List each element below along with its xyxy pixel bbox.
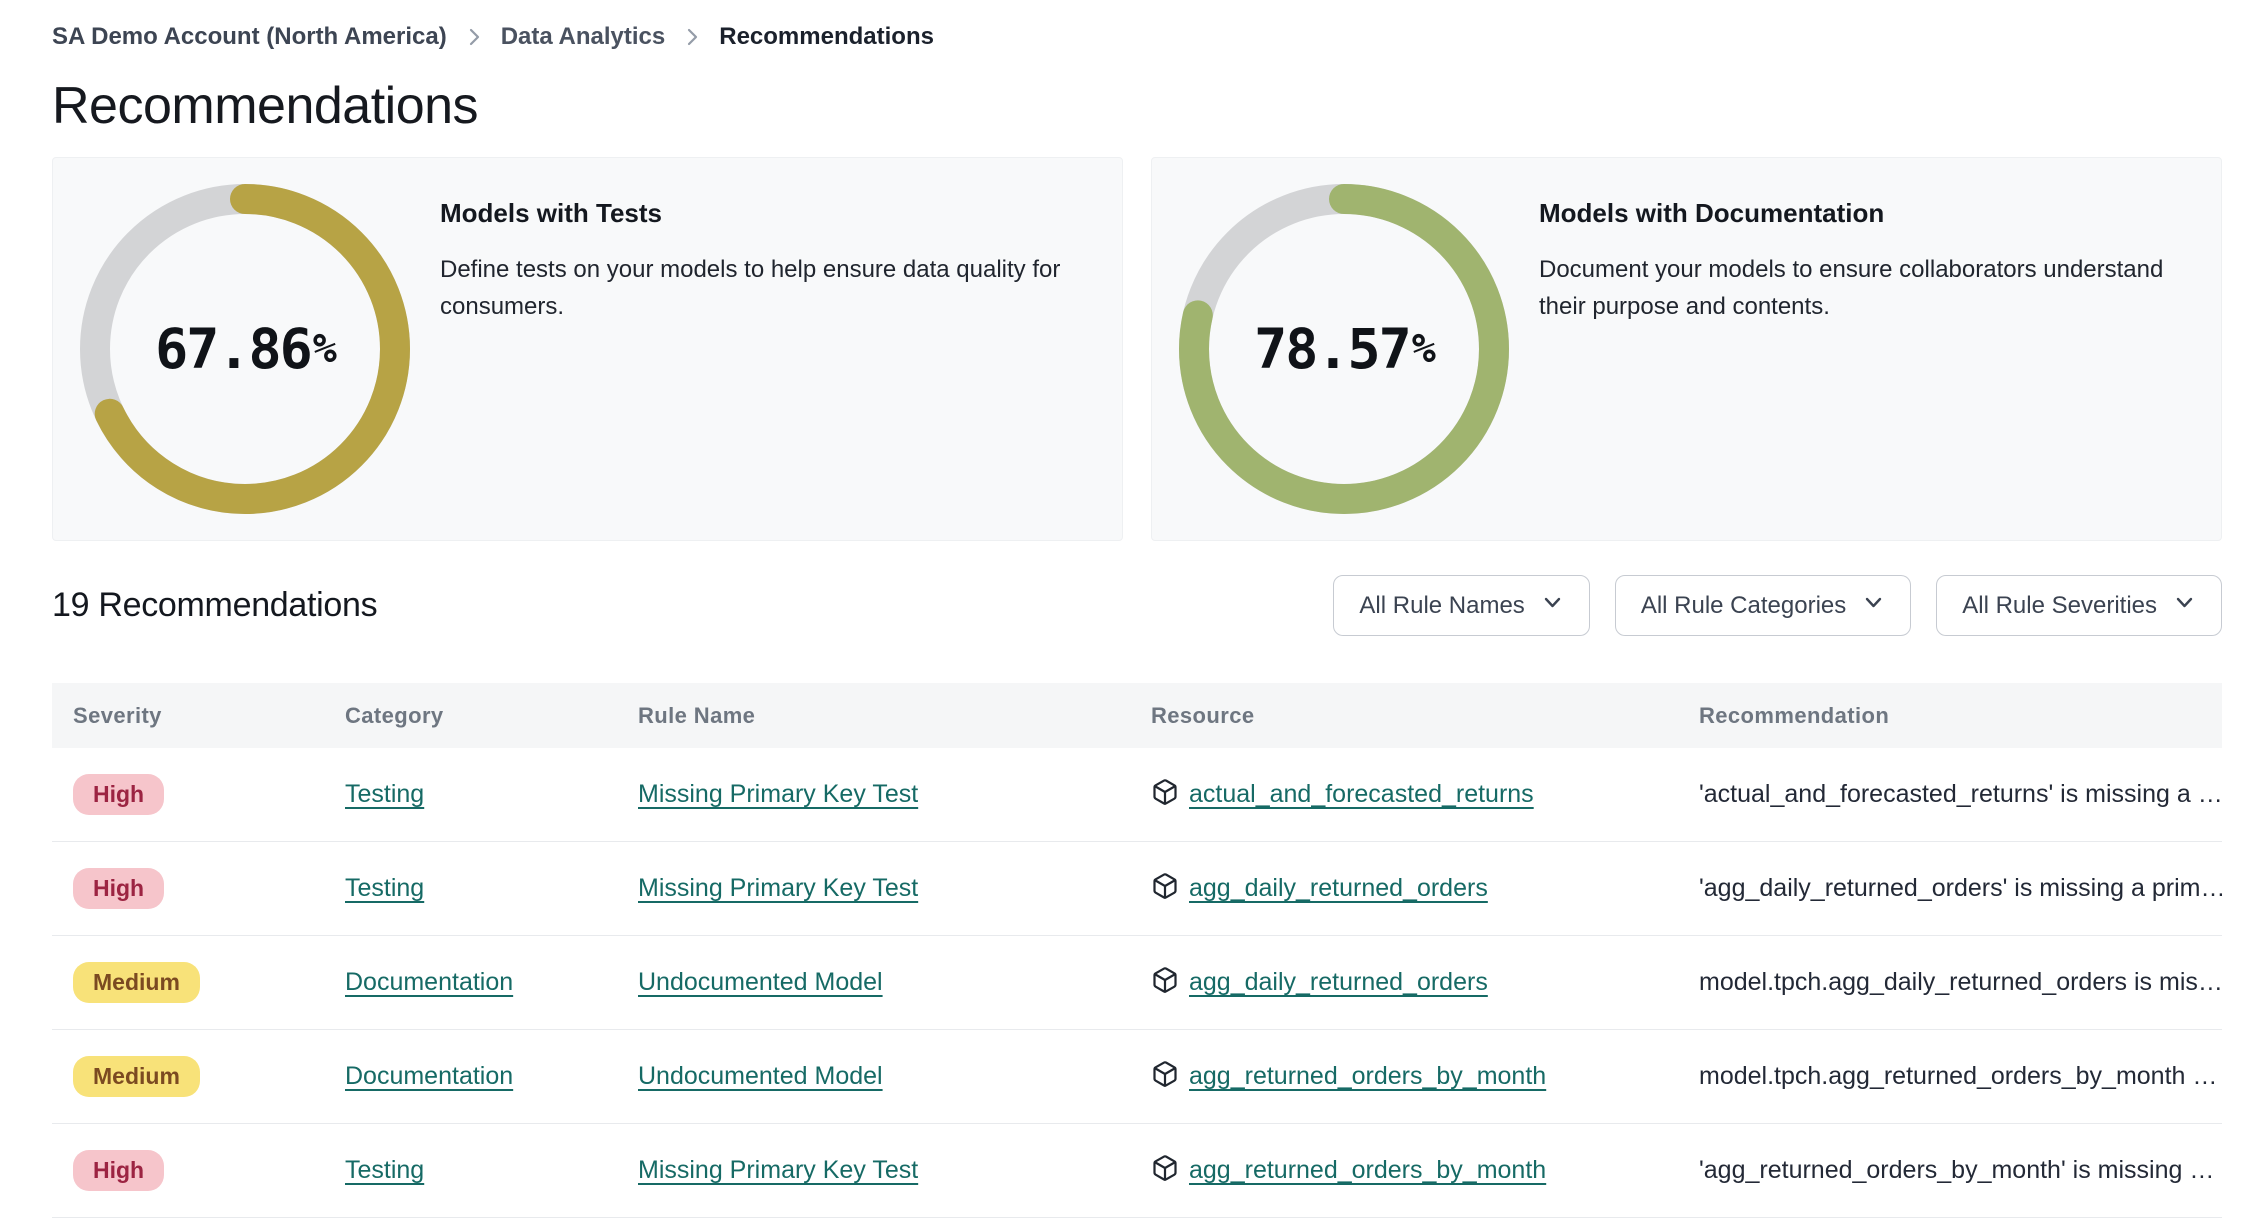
rule-categories-filter-dropdown[interactable]: All Rule Categories [1614, 575, 1912, 636]
model-box-icon [1151, 872, 1179, 905]
table-row: Medium Documentation Undocumented Model … [52, 936, 2222, 1030]
severity-badge: High [73, 1150, 165, 1191]
severity-badge: Medium [73, 1056, 200, 1097]
resource-cell: agg_returned_orders_by_month [1130, 1154, 1678, 1187]
chevron-down-icon [1862, 591, 1885, 621]
breadcrumb-item-account[interactable]: SA Demo Account (North America) [52, 23, 447, 51]
rule-name-link[interactable]: Missing Primary Key Test [638, 874, 918, 902]
category-cell: Documentation [324, 968, 617, 997]
card-title: Models with Tests [440, 198, 662, 228]
table-row: Medium Documentation Undocumented Model … [52, 1030, 2222, 1124]
category-link[interactable]: Testing [345, 780, 424, 808]
table-row: High Testing Missing Primary Key Test ag… [52, 1124, 2222, 1218]
column-header-resource: Resource [1151, 702, 1255, 728]
resource-link[interactable]: actual_and_forecasted_returns [1189, 780, 1534, 809]
model-box-icon [1151, 1060, 1179, 1093]
rule-name-link[interactable]: Undocumented Model [638, 968, 883, 996]
rule-name-cell: Missing Primary Key Test [617, 780, 1130, 809]
filters: All Rule Names All Rule Categories All R… [1333, 575, 2222, 636]
rule-names-filter-dropdown[interactable]: All Rule Names [1333, 575, 1590, 636]
severity-badge: High [73, 774, 165, 815]
resource-link[interactable]: agg_daily_returned_orders [1189, 968, 1488, 997]
severity-cell: Medium [52, 962, 324, 1003]
table-body: High Testing Missing Primary Key Test ac… [52, 748, 2222, 1218]
category-link[interactable]: Documentation [345, 1062, 513, 1090]
models-with-tests-card: 67.86% Models with Tests Define tests on… [52, 157, 1123, 541]
table-header: Severity Category Rule Name Resource Rec… [52, 683, 2222, 748]
category-link[interactable]: Testing [345, 1156, 424, 1184]
summary-cards: 67.86% Models with Tests Define tests on… [52, 157, 2222, 541]
category-cell: Documentation [324, 1062, 617, 1091]
page-title: Recommendations [52, 77, 479, 135]
rule-name-cell: Undocumented Model [617, 1062, 1130, 1091]
recommendation-text: 'agg_daily_returned_orders' is missing a… [1699, 874, 2222, 902]
category-link[interactable]: Documentation [345, 968, 513, 996]
resource-cell: agg_returned_orders_by_month [1130, 1060, 1678, 1093]
recommendation-text: 'actual_and_forecasted_returns' is missi… [1699, 780, 2222, 808]
recommendation-cell: model.tpch.agg_daily_returned_orders is … [1678, 968, 2222, 997]
rule-name-link[interactable]: Missing Primary Key Test [638, 1156, 918, 1184]
column-header-rule-name: Rule Name [638, 702, 756, 728]
recommendation-text: model.tpch.agg_returned_orders_by_month … [1699, 1062, 2218, 1090]
column-header-severity: Severity [73, 702, 162, 728]
table-row: High Testing Missing Primary Key Test ac… [52, 748, 2222, 842]
resource-link[interactable]: agg_daily_returned_orders [1189, 874, 1488, 903]
column-header-recommendation: Recommendation [1699, 702, 1890, 728]
category-link[interactable]: Testing [345, 874, 424, 902]
model-box-icon [1151, 1154, 1179, 1187]
card-description: Document your models to ensure collabora… [1539, 256, 2164, 320]
recommendations-table: Severity Category Rule Name Resource Rec… [52, 683, 2222, 1218]
breadcrumb-item-current: Recommendations [719, 23, 934, 50]
column-header-category: Category [345, 702, 444, 728]
resource-link[interactable]: agg_returned_orders_by_month [1189, 1062, 1546, 1091]
severity-cell: High [52, 868, 324, 909]
table-row: High Testing Missing Primary Key Test ag… [52, 842, 2222, 936]
category-cell: Testing [324, 1156, 617, 1185]
rule-name-cell: Missing Primary Key Test [617, 874, 1130, 903]
chevron-right-icon [685, 25, 699, 49]
recommendations-count-heading: 19 Recommendations [52, 586, 378, 624]
tests-donut-chart: 67.86% [80, 184, 410, 514]
documentation-percent-label: 78.57% [1254, 317, 1436, 381]
card-description: Define tests on your models to help ensu… [440, 256, 1061, 320]
resource-cell: actual_and_forecasted_returns [1130, 778, 1678, 811]
resource-cell: agg_daily_returned_orders [1130, 872, 1678, 905]
resource-link[interactable]: agg_returned_orders_by_month [1189, 1156, 1546, 1185]
model-box-icon [1151, 966, 1179, 999]
rule-name-cell: Undocumented Model [617, 968, 1130, 997]
models-with-documentation-card: 78.57% Models with Documentation Documen… [1151, 157, 2222, 541]
severity-cell: High [52, 1150, 324, 1191]
severity-cell: High [52, 774, 324, 815]
rule-name-link[interactable]: Undocumented Model [638, 1062, 883, 1090]
rule-name-link[interactable]: Missing Primary Key Test [638, 780, 918, 808]
chevron-right-icon [467, 25, 481, 49]
severity-badge: High [73, 868, 165, 909]
rule-severities-filter-dropdown[interactable]: All Rule Severities [1936, 575, 2222, 636]
recommendation-text: model.tpch.agg_daily_returned_orders is … [1699, 968, 2222, 996]
documentation-donut-chart: 78.57% [1179, 184, 1509, 514]
recommendation-cell: 'actual_and_forecasted_returns' is missi… [1678, 780, 2222, 809]
breadcrumb-item-project[interactable]: Data Analytics [501, 23, 666, 51]
severity-cell: Medium [52, 1056, 324, 1097]
tests-percent-label: 67.86% [155, 317, 337, 381]
rule-name-cell: Missing Primary Key Test [617, 1156, 1130, 1185]
model-box-icon [1151, 778, 1179, 811]
severity-badge: Medium [73, 962, 200, 1003]
recommendation-cell: 'agg_returned_orders_by_month' is missin… [1678, 1156, 2222, 1185]
category-cell: Testing [324, 874, 617, 903]
category-cell: Testing [324, 780, 617, 809]
recommendations-page: SA Demo Account (North America) Data Ana… [0, 22, 2248, 1218]
recommendation-cell: model.tpch.agg_returned_orders_by_month … [1678, 1062, 2222, 1091]
chevron-down-icon [1541, 591, 1564, 621]
list-toolbar: 19 Recommendations All Rule Names All Ru… [52, 575, 2222, 636]
recommendation-cell: 'agg_daily_returned_orders' is missing a… [1678, 874, 2222, 903]
card-title: Models with Documentation [1539, 198, 1885, 228]
resource-cell: agg_daily_returned_orders [1130, 966, 1678, 999]
breadcrumb: SA Demo Account (North America) Data Ana… [52, 22, 2222, 52]
chevron-down-icon [2173, 591, 2196, 621]
recommendation-text: 'agg_returned_orders_by_month' is missin… [1699, 1156, 2215, 1184]
